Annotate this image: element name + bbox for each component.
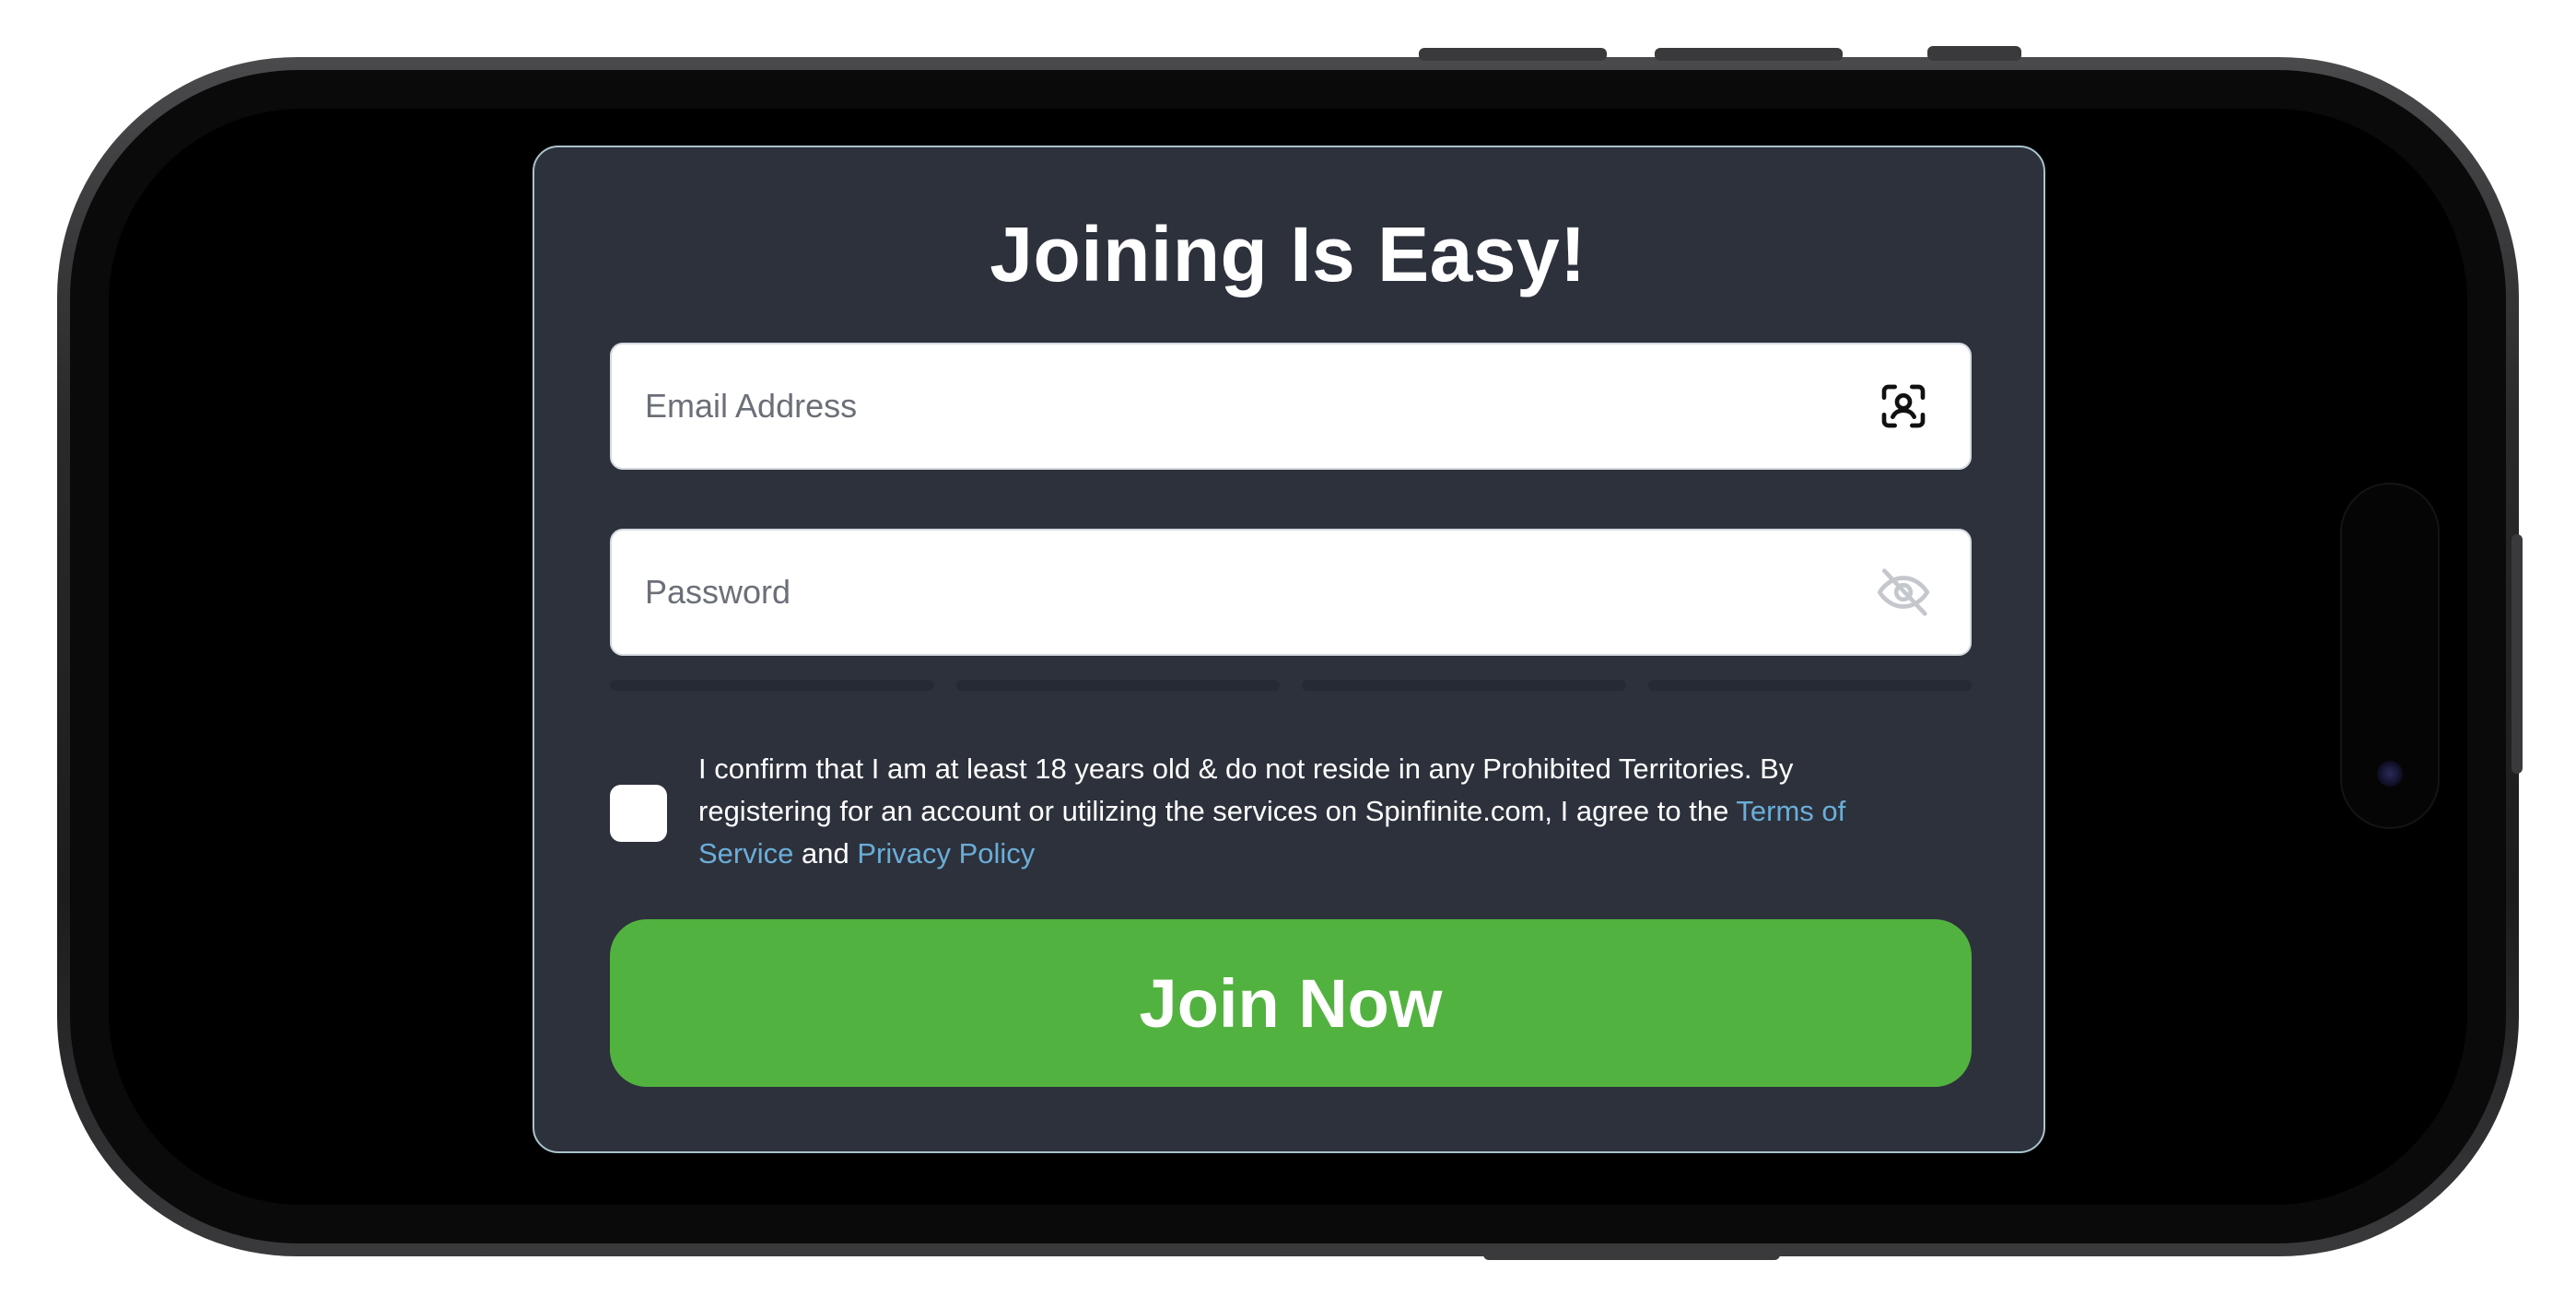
eye-off-icon[interactable] — [1874, 563, 1933, 622]
age-consent-checkbox[interactable] — [610, 785, 667, 842]
volume-up-button — [1419, 48, 1607, 61]
action-button — [1927, 46, 2021, 61]
privacy-policy-link[interactable]: Privacy Policy — [857, 837, 1035, 869]
consent-text-between: and — [793, 837, 858, 869]
consent-text-before: I confirm that I am at least 18 years ol… — [698, 753, 1794, 827]
power-button — [1483, 1249, 1780, 1260]
strength-segment — [1647, 680, 1972, 691]
password-strength-meter — [610, 680, 1972, 691]
strength-segment — [610, 680, 934, 691]
face-id-icon[interactable] — [1874, 377, 1933, 436]
side-button — [2512, 534, 2523, 774]
password-field[interactable] — [610, 529, 1972, 656]
password-input[interactable] — [645, 573, 1874, 612]
strength-segment — [1302, 680, 1626, 691]
email-field[interactable] — [610, 343, 1972, 470]
volume-down-button — [1655, 48, 1843, 61]
email-input[interactable] — [645, 387, 1874, 426]
form-title: Joining Is Easy! — [989, 211, 1587, 298]
consent-text: I confirm that I am at least 18 years ol… — [698, 748, 1933, 875]
strength-segment — [955, 680, 1280, 691]
front-camera — [2377, 761, 2403, 787]
join-now-button[interactable]: Join Now — [610, 919, 1972, 1087]
